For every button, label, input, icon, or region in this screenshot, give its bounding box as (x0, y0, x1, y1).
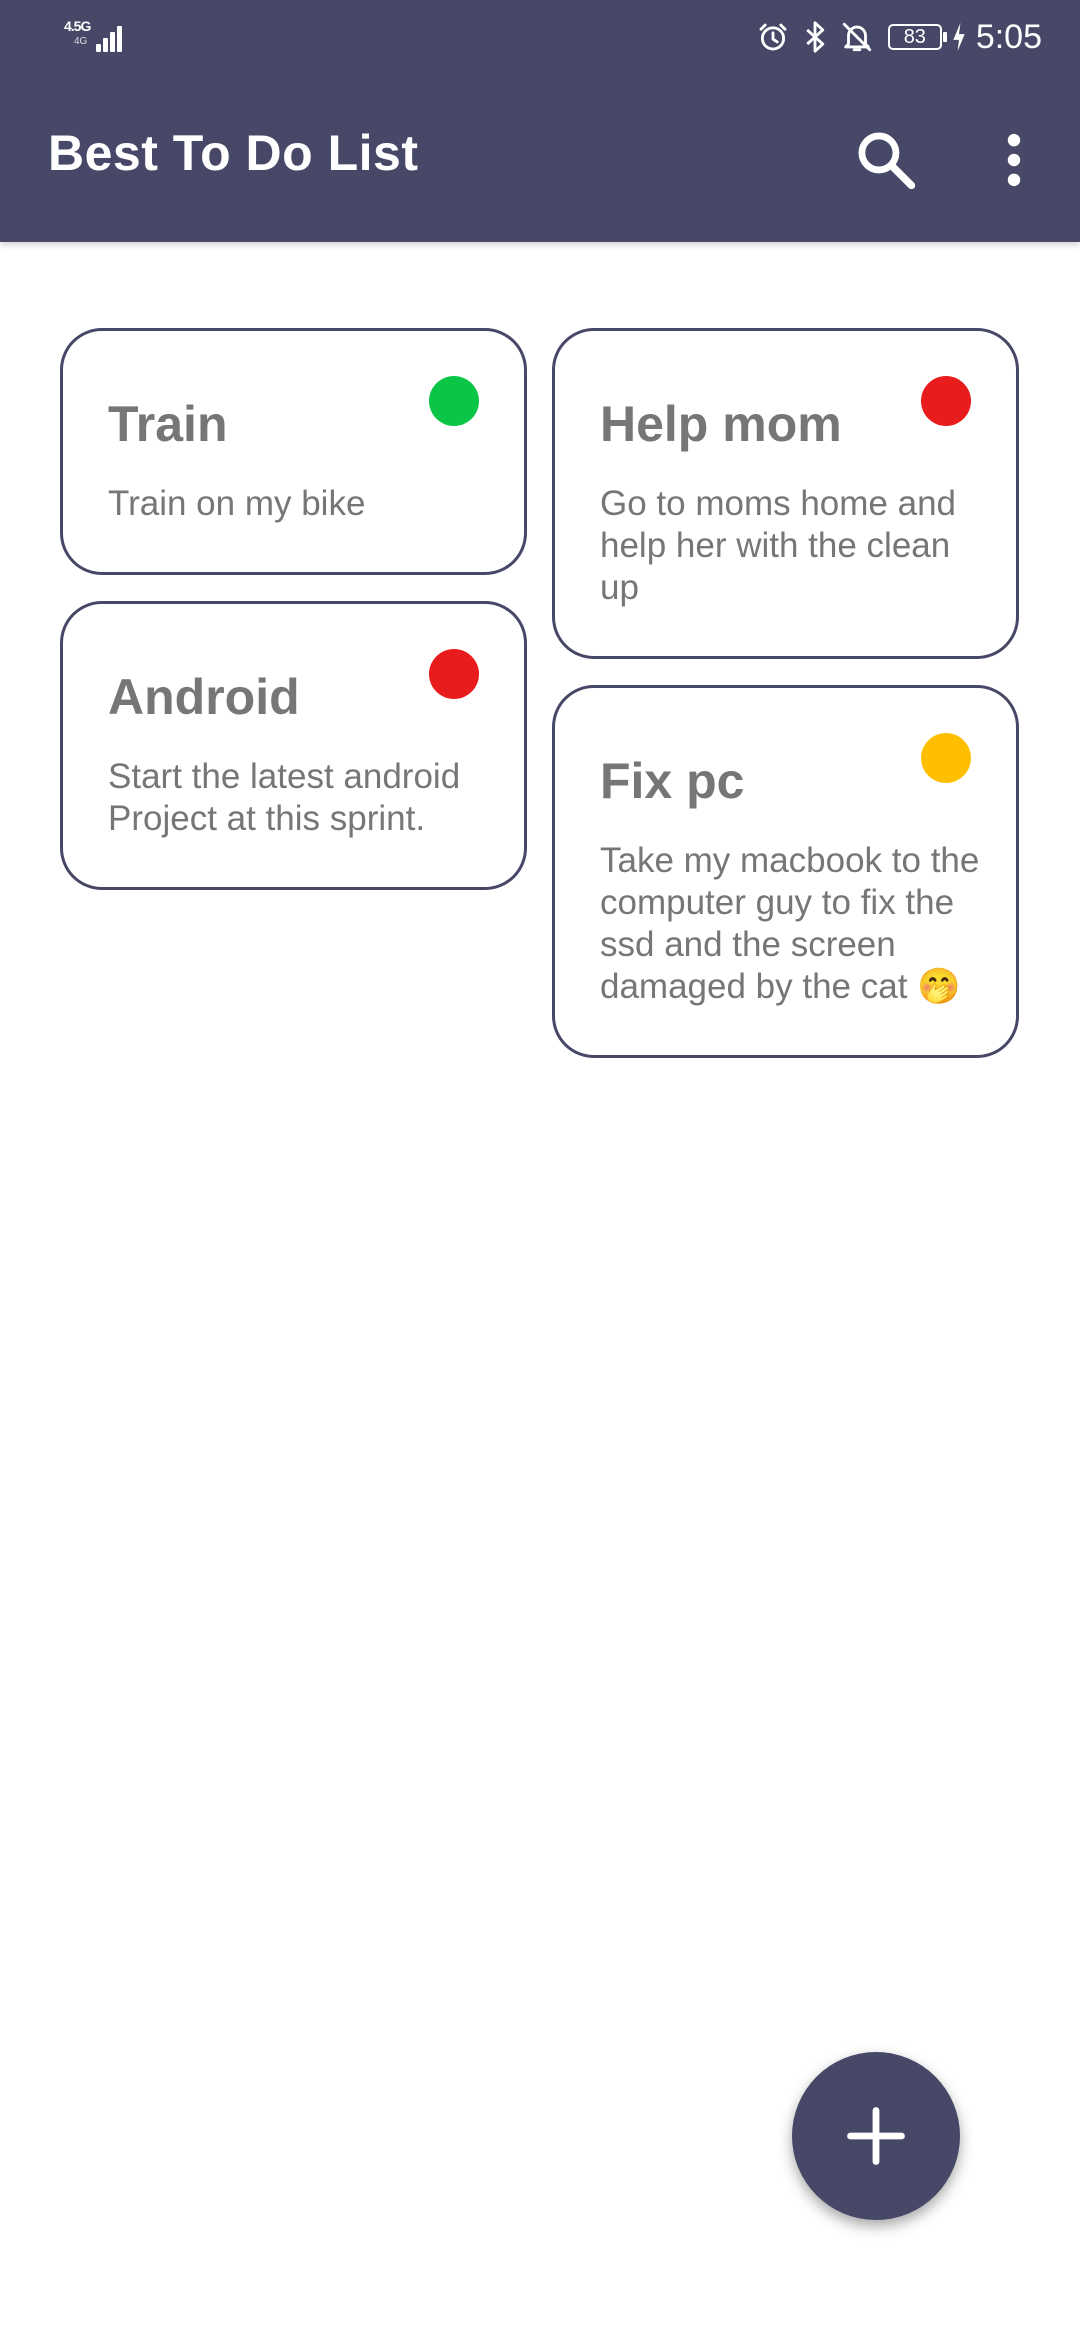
status-bar: 4.5G 4G 83 5:05 (0, 0, 1080, 74)
priority-indicator (921, 733, 971, 783)
charging-icon (953, 22, 965, 52)
priority-indicator (921, 376, 971, 426)
task-title: Help mom (600, 396, 842, 452)
network-sub-label: 4G (74, 36, 88, 47)
alarm-icon (759, 23, 787, 51)
task-description: Start the latest android Project at this… (108, 757, 461, 838)
task-card-train[interactable]: Train Train on my bike (60, 328, 527, 575)
more-vert-icon (1007, 133, 1021, 187)
bell-off-icon (842, 22, 871, 52)
network-type-label: 4.5G (64, 18, 91, 34)
overflow-menu-button[interactable] (980, 124, 1048, 196)
task-title: Fix pc (600, 753, 745, 809)
priority-indicator (429, 649, 479, 699)
app-bar: Best To Do List (0, 74, 1080, 242)
search-button[interactable] (852, 126, 920, 194)
app-title: Best To Do List (48, 125, 419, 181)
signal-indicator: 4.5G 4G (64, 18, 130, 54)
search-icon (858, 132, 916, 190)
signal-bars-icon (92, 20, 128, 52)
plus-icon (847, 2107, 905, 2165)
status-icons: 83 5:05 (756, 14, 1042, 60)
task-title: Train (108, 396, 228, 452)
task-card-fix-pc[interactable]: Fix pc Take my macbook to the computer g… (552, 685, 1019, 1058)
task-description: Go to moms home and help her with the cl… (600, 484, 956, 607)
screen: 4.5G 4G 83 5:05 Best To Do List Train Tr… (0, 0, 1080, 2340)
task-card-android[interactable]: Android Start the latest android Project… (60, 601, 527, 890)
priority-indicator (429, 376, 479, 426)
bluetooth-icon (806, 21, 825, 53)
clock: 5:05 (975, 17, 1042, 56)
task-description: Train on my bike (108, 484, 366, 523)
battery-indicator: 83 (887, 24, 947, 50)
add-task-button[interactable] (792, 2052, 960, 2220)
task-title: Android (108, 669, 300, 725)
task-description: Take my macbook to the computer guy to f… (600, 841, 980, 1006)
task-card-help-mom[interactable]: Help mom Go to moms home and help her wi… (552, 328, 1019, 659)
